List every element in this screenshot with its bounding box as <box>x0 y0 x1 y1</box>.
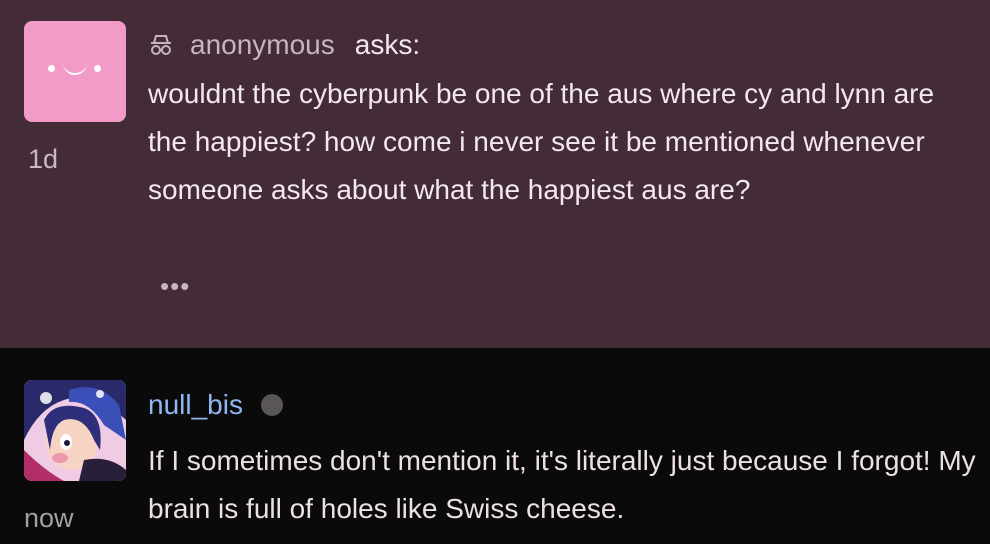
ask-header: anonymous asks: <box>148 28 420 62</box>
ask-sender-name[interactable]: anonymous <box>190 29 335 61</box>
ask-timestamp: 1d <box>28 144 59 174</box>
ask-card: 1d anonymous asks: wouldnt the cyberpunk… <box>0 0 990 348</box>
avatar-eye-left <box>48 65 55 72</box>
incognito-icon <box>151 35 171 55</box>
status-dot-icon <box>260 394 283 416</box>
reply-timestamp: now <box>24 503 74 533</box>
anonymous-avatar[interactable] <box>24 21 126 122</box>
avatar-eye-right <box>94 65 101 72</box>
ask-question-text: wouldnt the cyberpunk be one of the aus … <box>148 78 935 205</box>
more-options-button[interactable]: ••• <box>160 271 190 302</box>
avatar-smile <box>63 59 87 75</box>
user-avatar[interactable] <box>24 380 126 481</box>
reply-card: now null_bis If I sometimes don't mentio… <box>0 348 990 544</box>
ask-verb: asks: <box>354 29 421 60</box>
username-link[interactable]: null_bis <box>148 389 243 421</box>
reply-header: null_bis <box>148 388 283 422</box>
reply-text: If I sometimes don't mention it, it's li… <box>148 445 976 524</box>
user-avatar-illustration <box>24 380 126 481</box>
